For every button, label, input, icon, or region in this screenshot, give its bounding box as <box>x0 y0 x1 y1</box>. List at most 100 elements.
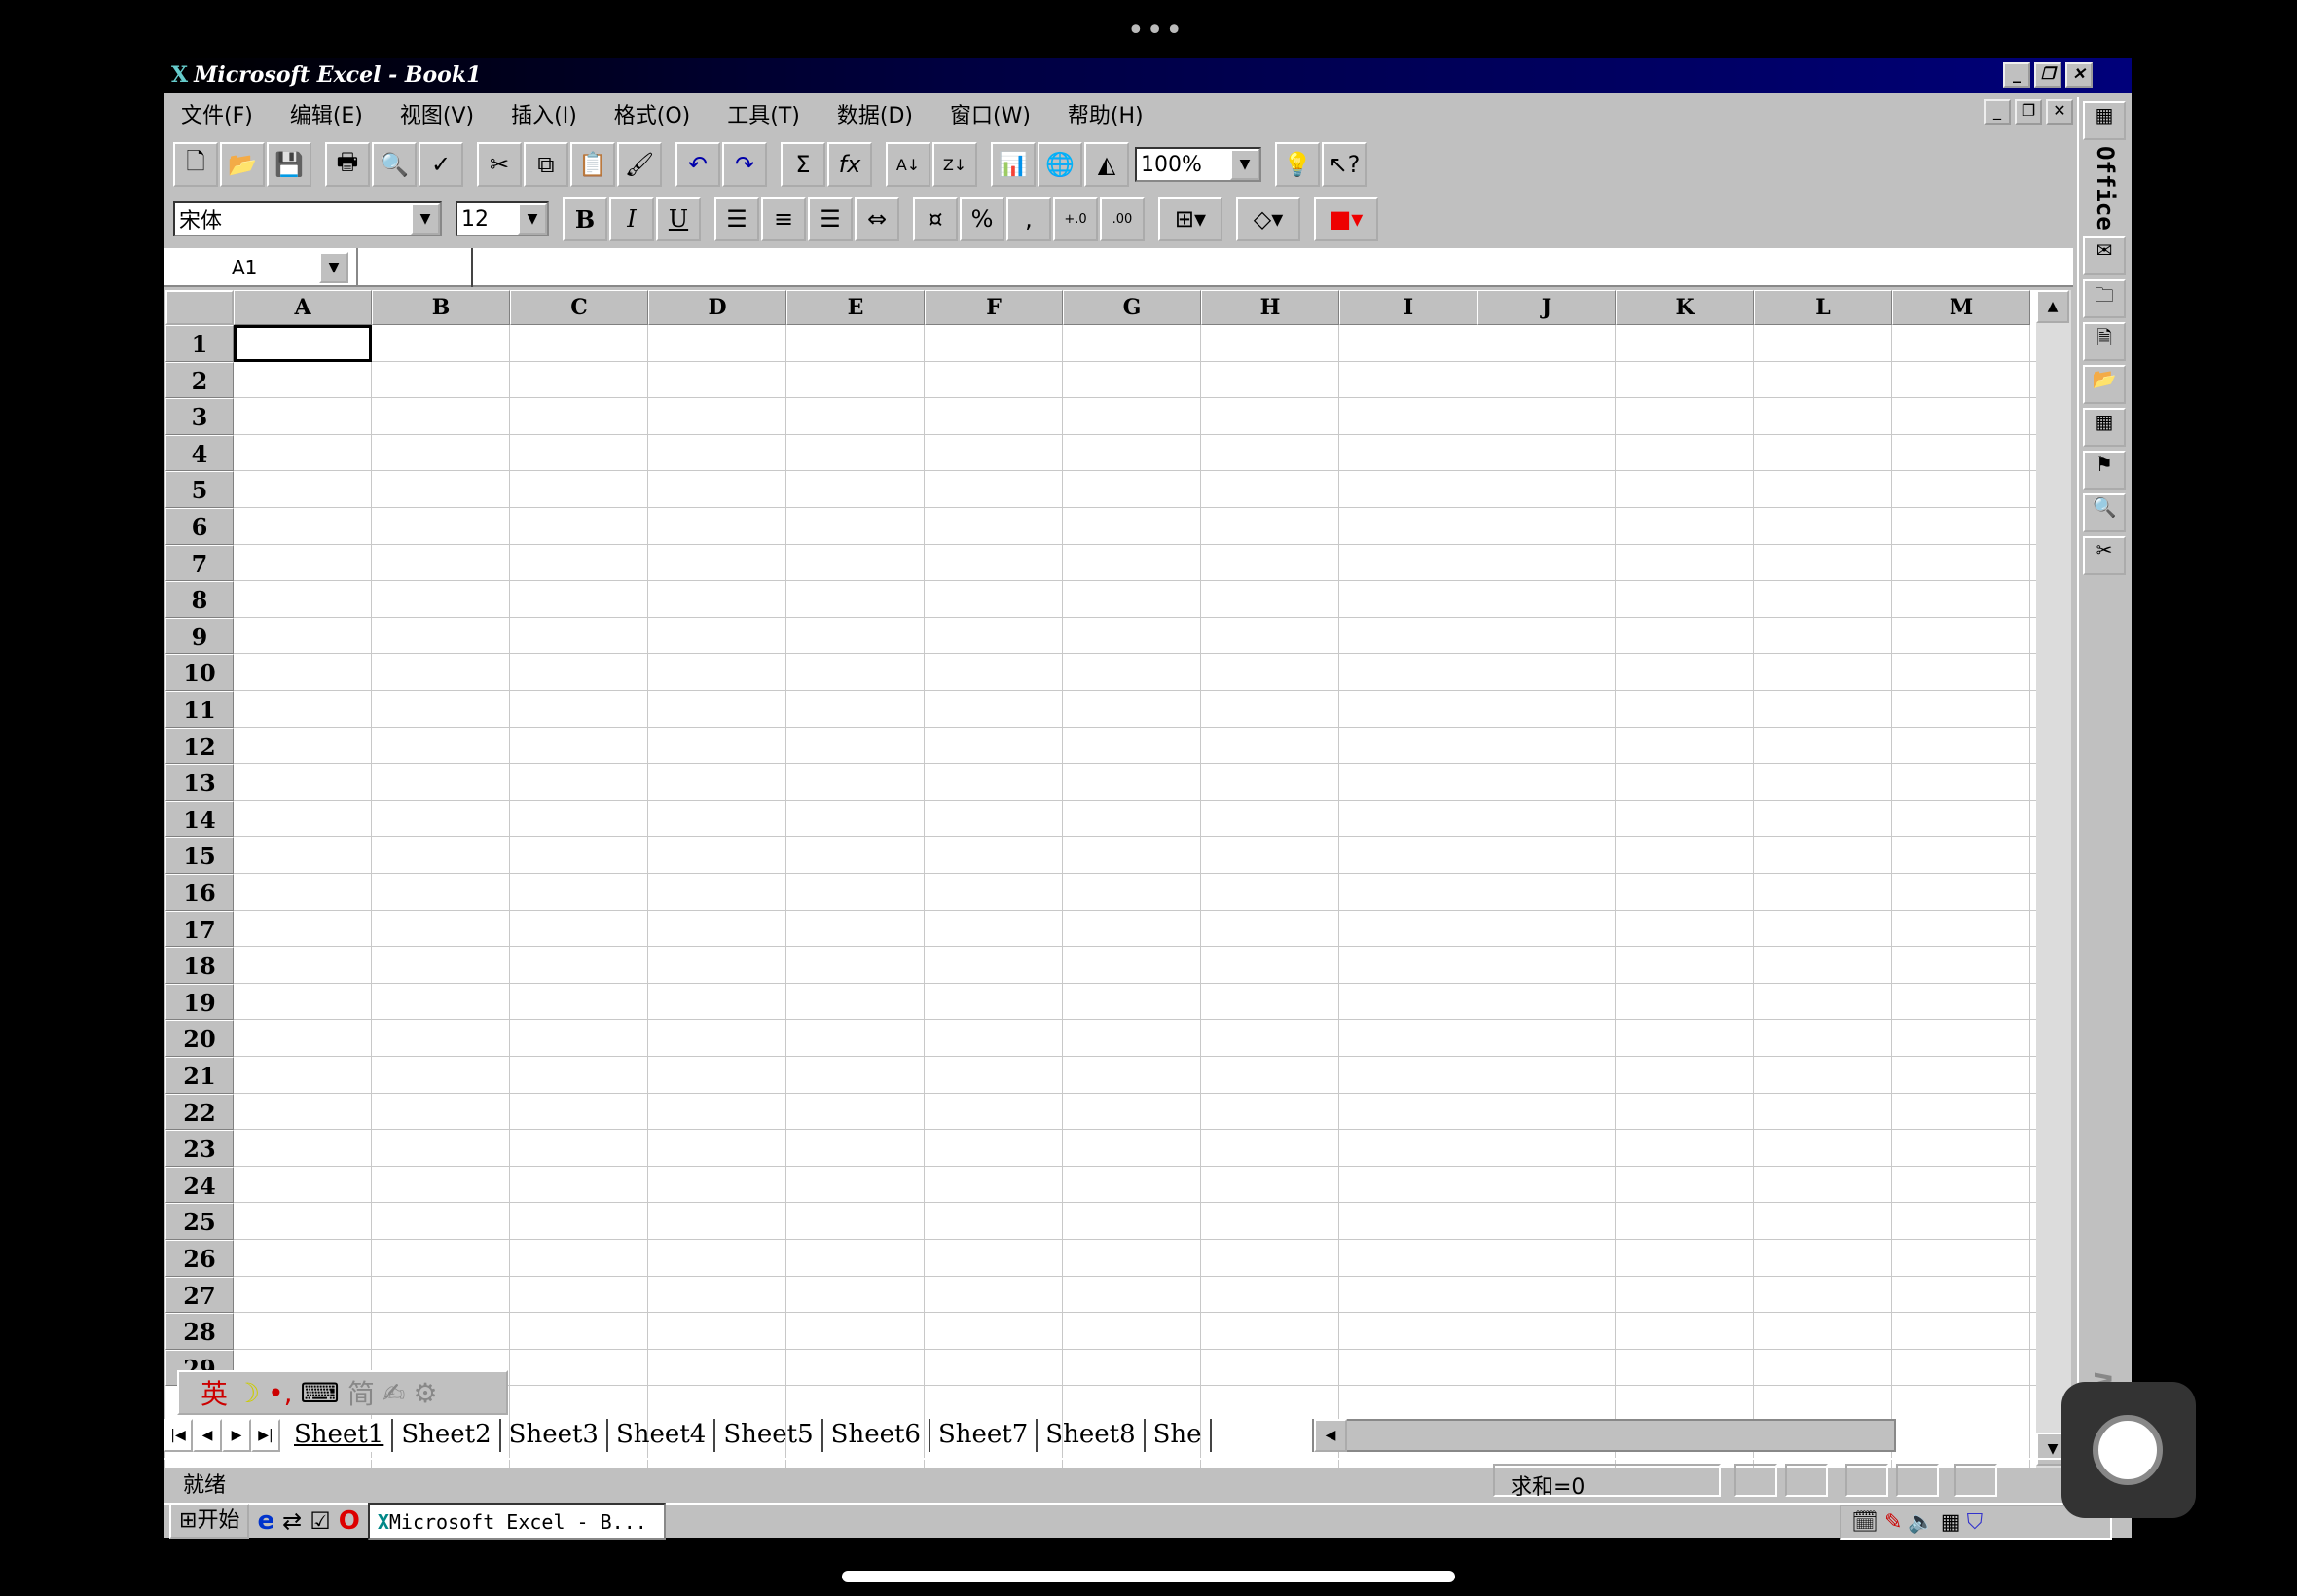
help-icon[interactable]: ↖? <box>1322 142 1367 187</box>
sheet-tab[interactable]: Sheet4 <box>608 1419 716 1452</box>
sheet-tab[interactable]: Sheet6 <box>823 1419 930 1452</box>
italic-button[interactable]: I <box>609 197 654 241</box>
settings-icon[interactable]: ⚙ <box>413 1377 437 1409</box>
desktop-icon[interactable]: ⇄ <box>282 1507 302 1535</box>
screen-record-button[interactable] <box>2061 1382 2196 1518</box>
menu-item[interactable]: 数据(D) <box>837 98 913 129</box>
menu-item[interactable]: 帮助(H) <box>1068 98 1144 129</box>
scroll-up-icon[interactable]: ▲ <box>2036 290 2069 323</box>
punctuation-icon[interactable]: •, <box>268 1377 292 1409</box>
worksheet-grid[interactable]: A B C D E F G H I J K L M 1 2 3 4 5 6 7 8 9 10 11 12 13 14 15 16 17 18… <box>165 290 2036 1468</box>
channels-icon[interactable]: ☑ <box>310 1507 331 1535</box>
column-header[interactable]: J <box>1477 290 1616 325</box>
column-header[interactable]: H <box>1201 290 1339 325</box>
row-header[interactable]: 16 <box>165 874 234 911</box>
last-sheet-icon[interactable]: ▶| <box>251 1419 280 1452</box>
chart-wizard-icon[interactable]: 📊 <box>991 142 1036 187</box>
menu-item[interactable]: 格式(O) <box>614 98 690 129</box>
first-sheet-icon[interactable]: |◀ <box>164 1419 193 1452</box>
menu-item[interactable]: 文件(F) <box>181 98 253 129</box>
menu-item[interactable]: 插入(I) <box>511 98 577 129</box>
copy-icon[interactable]: ⧉ <box>524 142 568 187</box>
undo-icon[interactable]: ↶ <box>675 142 720 187</box>
row-header[interactable]: 13 <box>165 764 234 801</box>
menu-item[interactable]: 视图(V) <box>400 98 474 129</box>
row-header[interactable]: 9 <box>165 617 234 655</box>
row-header[interactable]: 6 <box>165 508 234 545</box>
column-header[interactable]: F <box>925 290 1063 325</box>
sheet-tab[interactable]: Sheet1 <box>286 1419 394 1452</box>
row-header[interactable]: 20 <box>165 1020 234 1057</box>
ime-mode[interactable]: 简 <box>347 1373 375 1412</box>
tools-icon[interactable]: ✂ <box>2083 535 2126 575</box>
print-preview-icon[interactable]: 🔍 <box>372 142 417 187</box>
row-header[interactable]: 2 <box>165 361 234 399</box>
sheet-tab[interactable]: Sheet7 <box>930 1419 1039 1452</box>
font-color-icon[interactable]: ■▾ <box>1314 197 1378 241</box>
start-button[interactable]: ⊞开始 <box>169 1504 250 1539</box>
redo-icon[interactable]: ↷ <box>722 142 767 187</box>
column-header[interactable]: A <box>234 290 372 325</box>
prev-sheet-icon[interactable]: ◀ <box>193 1419 222 1452</box>
chevron-down-icon[interactable]: ▼ <box>319 252 348 283</box>
notepad-icon[interactable]: ✎ <box>1884 1510 1902 1535</box>
contacts-icon[interactable]: ⚑ <box>2083 450 2126 490</box>
find-icon[interactable]: 🔍 <box>2083 492 2126 532</box>
row-header[interactable]: 10 <box>165 654 234 691</box>
doc-minimize-button[interactable]: _ <box>1984 99 2011 125</box>
sheet-tab[interactable]: Sheet8 <box>1038 1419 1146 1452</box>
scroll-left-icon[interactable]: ◀ <box>1314 1419 1347 1452</box>
vertical-scrollbar[interactable]: ▲ ▼ <box>2036 290 2071 1468</box>
row-header[interactable]: 24 <box>165 1166 234 1204</box>
sheet-tab[interactable]: She <box>1146 1419 1212 1452</box>
open-document-icon[interactable]: 🗀 <box>2083 278 2126 318</box>
new-document-icon[interactable]: ✉ <box>2083 236 2126 275</box>
column-header[interactable]: C <box>510 290 648 325</box>
row-header[interactable]: 15 <box>165 837 234 874</box>
paste-icon[interactable]: 📋 <box>570 142 615 187</box>
scheduler-icon[interactable]: 🗓 <box>1851 1510 1878 1535</box>
row-header[interactable]: 28 <box>165 1313 234 1350</box>
tipwizard-icon[interactable]: 💡 <box>1275 142 1320 187</box>
underline-button[interactable]: U <box>656 197 701 241</box>
moon-icon[interactable]: ☽ <box>236 1377 260 1409</box>
home-indicator[interactable] <box>842 1571 1455 1582</box>
row-header[interactable]: 4 <box>165 434 234 472</box>
align-right-icon[interactable]: ☰ <box>808 197 853 241</box>
taskbar-excel-button[interactable]: XMicrosoft Excel - B... <box>367 1503 666 1540</box>
row-header[interactable]: 7 <box>165 544 234 582</box>
row-header[interactable]: 14 <box>165 800 234 838</box>
sheet-tab[interactable]: Sheet5 <box>715 1419 823 1452</box>
row-header[interactable]: 22 <box>165 1093 234 1131</box>
zoom-select[interactable]: 100% ▼ <box>1135 147 1261 182</box>
ms-icon[interactable]: ▦ <box>1941 1510 1961 1535</box>
percent-button[interactable]: % <box>960 197 1004 241</box>
row-header[interactable]: 3 <box>165 398 234 435</box>
row-header[interactable]: 1 <box>165 325 234 362</box>
chevron-down-icon[interactable]: ▼ <box>411 203 440 235</box>
cut-icon[interactable]: ✂ <box>477 142 522 187</box>
menu-item[interactable]: 编辑(E) <box>290 98 363 129</box>
ie-icon[interactable]: e <box>257 1506 274 1536</box>
ime-language[interactable]: 英 <box>201 1373 228 1412</box>
chevron-down-icon[interactable]: ▼ <box>518 203 547 235</box>
row-header[interactable]: 19 <box>165 983 234 1021</box>
row-header[interactable]: 12 <box>165 727 234 765</box>
column-header[interactable]: L <box>1754 290 1892 325</box>
horizontal-scrollbar[interactable]: ◀ ▶ <box>1312 1419 2108 1452</box>
row-header[interactable]: 18 <box>165 947 234 984</box>
calendar-icon[interactable]: ▦ <box>2083 407 2126 447</box>
volume-icon[interactable]: 🔈 <box>1908 1510 1934 1535</box>
print-icon[interactable]: 🖶 <box>325 142 370 187</box>
column-header[interactable]: D <box>648 290 786 325</box>
row-header[interactable]: 11 <box>165 691 234 728</box>
note-icon[interactable]: 🗎 <box>2083 321 2126 361</box>
borders-icon[interactable]: ⊞▾ <box>1158 197 1222 241</box>
row-header[interactable]: 26 <box>165 1240 234 1277</box>
decrease-decimal-icon[interactable]: .00 <box>1100 197 1145 241</box>
map-icon[interactable]: 🌐 <box>1038 142 1082 187</box>
folder-icon[interactable]: 📂 <box>2083 364 2126 404</box>
row-header[interactable]: 21 <box>165 1057 234 1094</box>
fill-color-icon[interactable]: ◇▾ <box>1236 197 1300 241</box>
row-header[interactable]: 23 <box>165 1130 234 1167</box>
